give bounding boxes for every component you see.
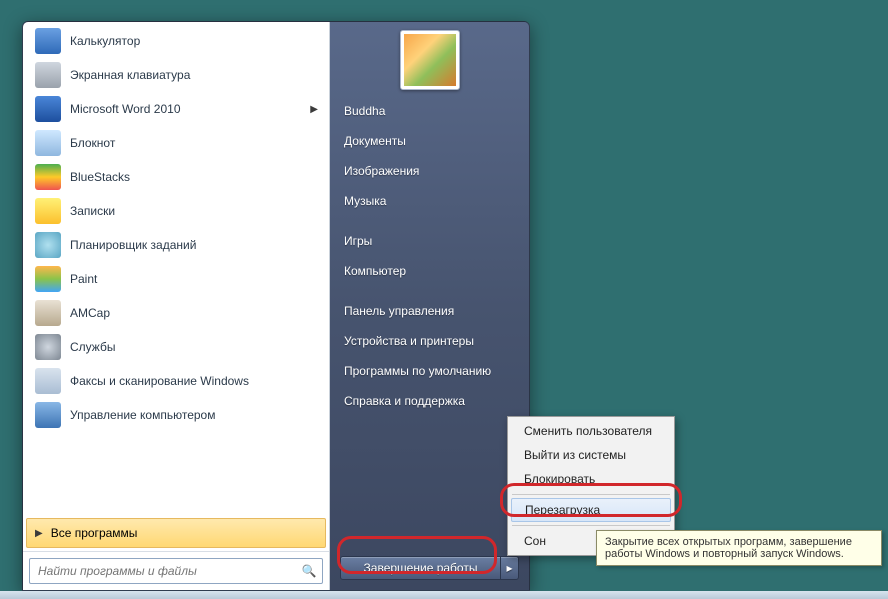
places-item[interactable]: Buddha [330,96,529,126]
power-menu-item[interactable]: Сменить пользователя [510,419,672,443]
program-label: Microsoft Word 2010 [70,102,302,116]
program-item[interactable]: Microsoft Word 2010 ▶ [25,92,327,126]
program-icon [34,27,62,55]
program-icon [34,299,62,327]
program-list: Калькулятор Экранная клавиатура Microsoft … [23,22,329,515]
places-item[interactable]: Изображения [330,156,529,186]
shutdown-button[interactable]: Завершение работы ▸ [340,556,519,580]
program-label: BlueStacks [70,170,318,184]
power-menu-item[interactable]: Блокировать [510,467,672,491]
program-label: Планировщик заданий [70,238,318,252]
triangle-right-icon: ▶ [35,528,43,539]
places-item[interactable]: Панель управления [330,296,529,326]
places-item[interactable]: Игры [330,226,529,256]
power-menu-item[interactable]: Перезагрузка [511,498,671,522]
start-menu-left-pane: Калькулятор Экранная клавиатура Microsoft … [23,22,330,590]
program-item[interactable]: Планировщик заданий [25,228,327,262]
all-programs-button[interactable]: ▶ Все программы [26,518,326,548]
program-item[interactable]: Калькулятор [25,24,327,58]
program-item[interactable]: Записки [25,194,327,228]
program-icon [34,367,62,395]
search-icon[interactable]: 🔍 [296,564,322,578]
search-row: 🔍 [23,551,329,590]
program-label: Факсы и сканирование Windows [70,374,318,388]
start-menu: Калькулятор Экранная клавиатура Microsoft … [22,21,530,591]
program-label: Калькулятор [70,34,318,48]
program-icon [34,231,62,259]
program-item[interactable]: BlueStacks [25,160,327,194]
places-item[interactable]: Справка и поддержка [330,386,529,416]
shutdown-label[interactable]: Завершение работы [341,557,500,579]
program-item[interactable]: Службы [25,330,327,364]
all-programs-label: Все программы [51,526,138,540]
program-icon [34,265,62,293]
user-avatar[interactable] [400,30,460,90]
program-item[interactable]: Блокнот [25,126,327,160]
shutdown-row: Завершение работы ▸ [330,548,529,590]
user-avatar-wrap [330,22,529,94]
program-label: Экранная клавиатура [70,68,318,82]
program-label: Службы [70,340,318,354]
program-item[interactable]: Факсы и сканирование Windows [25,364,327,398]
program-icon [34,197,62,225]
power-menu-item[interactable]: Выйти из системы [510,443,672,467]
places-item[interactable]: Программы по умолчанию [330,356,529,386]
program-label: Управление компьютером [70,408,318,422]
search-input[interactable] [30,564,296,578]
flower-icon [404,34,456,86]
places-item[interactable]: Устройства и принтеры [330,326,529,356]
submenu-arrow-icon: ▶ [310,104,318,115]
program-icon [34,129,62,157]
start-menu-right-pane: BuddhaДокументыИзображенияМузыка ИгрыКомп… [330,22,529,590]
program-item[interactable]: Paint [25,262,327,296]
places-item[interactable]: Документы [330,126,529,156]
restart-tooltip: Закрытие всех открытых программ, заверше… [596,530,882,566]
places-list: BuddhaДокументыИзображенияМузыка ИгрыКомп… [330,94,529,418]
places-item[interactable]: Компьютер [330,256,529,286]
program-item[interactable]: Экранная клавиатура [25,58,327,92]
program-label: Блокнот [70,136,318,150]
program-label: Paint [70,272,318,286]
program-item[interactable]: AMCap [25,296,327,330]
program-icon [34,163,62,191]
search-box[interactable]: 🔍 [29,558,323,584]
taskbar[interactable] [0,591,888,599]
program-label: AMCap [70,306,318,320]
places-item[interactable]: Музыка [330,186,529,216]
program-icon [34,401,62,429]
program-item[interactable]: Управление компьютером [25,398,327,432]
program-icon [34,333,62,361]
program-icon [34,61,62,89]
program-label: Записки [70,204,318,218]
shutdown-split-arrow[interactable]: ▸ [500,557,518,579]
program-icon [34,95,62,123]
